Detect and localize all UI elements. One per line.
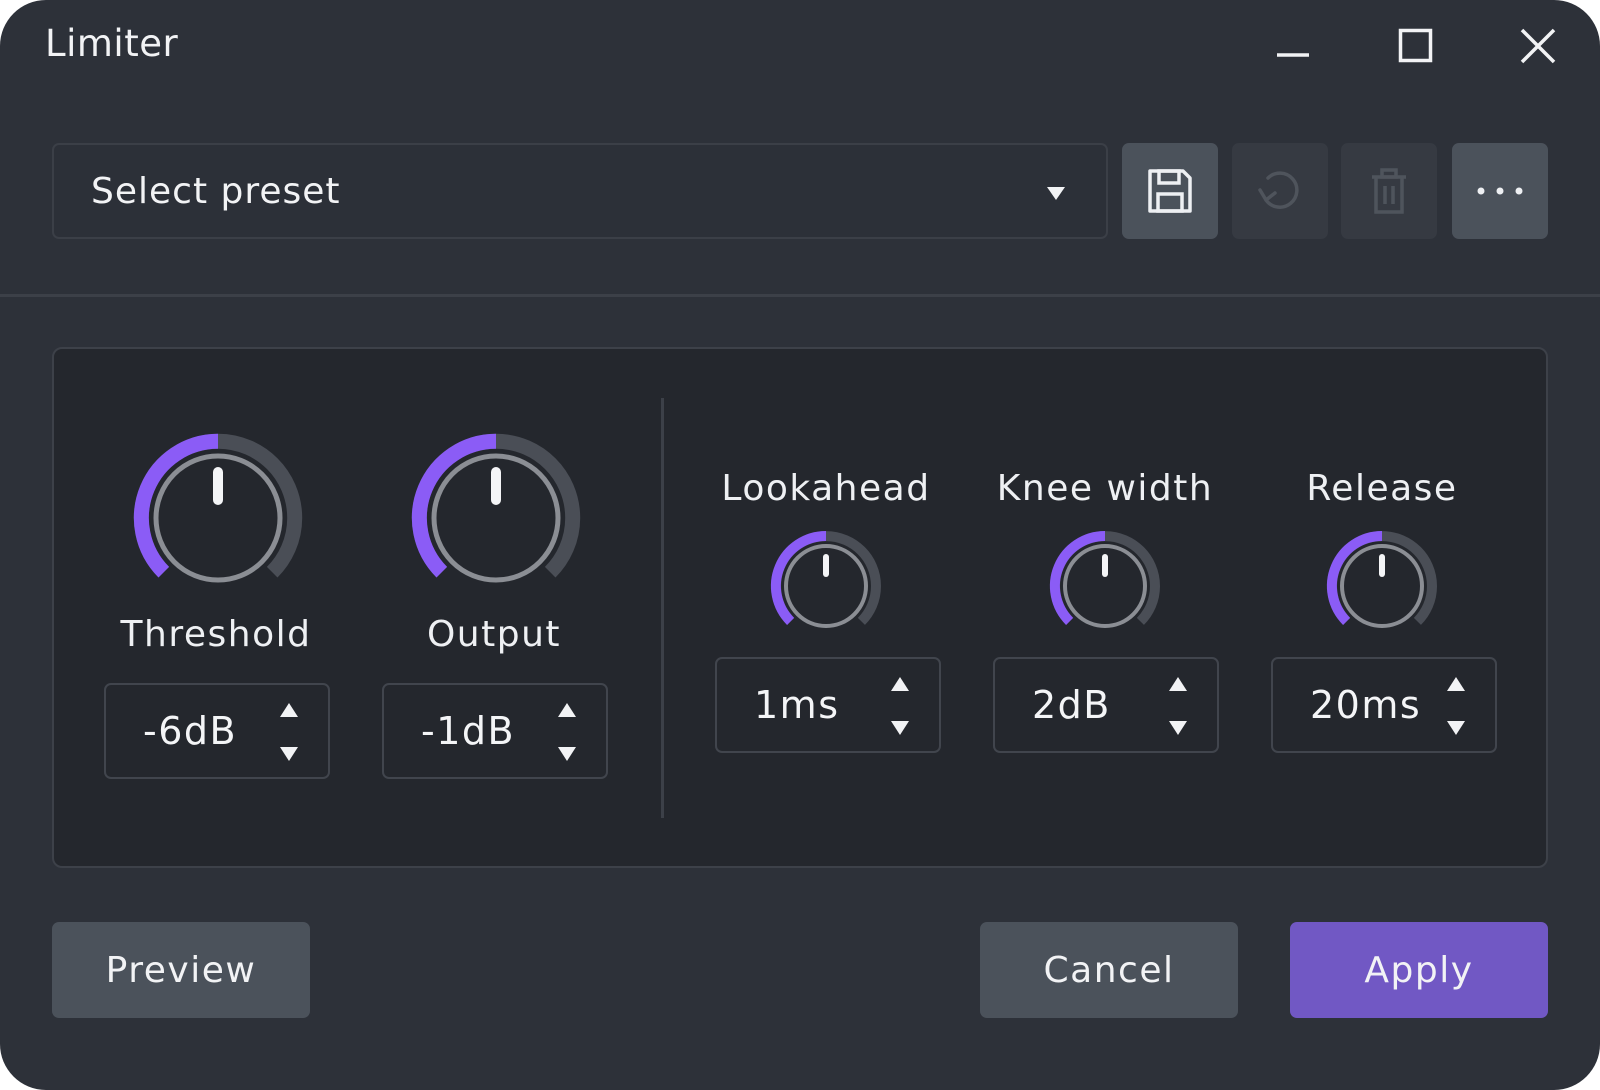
release-knob[interactable] [1322, 526, 1442, 646]
delete-preset-button[interactable] [1341, 143, 1437, 239]
threshold-knob[interactable] [128, 428, 308, 608]
save-preset-button[interactable] [1122, 143, 1218, 239]
output-knob[interactable] [406, 428, 586, 608]
minimize-button[interactable] [1263, 18, 1323, 74]
maximize-icon [1398, 28, 1433, 63]
threshold-value: -6dB [143, 709, 238, 753]
minimize-icon [1277, 53, 1309, 57]
chevron-down-icon [1047, 187, 1065, 200]
output-decrement[interactable] [552, 741, 582, 767]
release-label: Release [1306, 468, 1458, 509]
knee-width-increment[interactable] [1163, 671, 1193, 697]
output-increment[interactable] [552, 697, 582, 723]
preview-button[interactable]: Preview [52, 922, 310, 1018]
header-divider [0, 294, 1600, 297]
undo-preset-button[interactable] [1232, 143, 1328, 239]
more-options-button[interactable] [1452, 143, 1548, 239]
window-title: Limiter [45, 22, 179, 65]
lookahead-spinbox[interactable]: 1ms [715, 657, 941, 753]
lookahead-increment[interactable] [885, 671, 915, 697]
lookahead-decrement[interactable] [885, 715, 915, 741]
arrow-down-icon [1169, 721, 1187, 735]
arrow-up-icon [1169, 677, 1187, 691]
arrow-up-icon [558, 703, 576, 717]
close-button[interactable] [1508, 18, 1568, 74]
release-increment[interactable] [1441, 671, 1471, 697]
arrow-up-icon [891, 677, 909, 691]
panel-divider [661, 398, 664, 818]
save-icon [1148, 169, 1192, 213]
cancel-button[interactable]: Cancel [980, 922, 1238, 1018]
knee-width-value: 2dB [1032, 683, 1111, 727]
arrow-down-icon [558, 747, 576, 761]
trash-icon [1372, 168, 1406, 214]
undo-icon [1258, 171, 1299, 209]
preset-dropdown[interactable]: Select preset [52, 143, 1108, 239]
more-icon [1477, 187, 1523, 195]
maximize-button[interactable] [1386, 18, 1446, 74]
knee-width-label: Knee width [996, 468, 1214, 509]
lookahead-value: 1ms [754, 683, 840, 727]
release-decrement[interactable] [1441, 715, 1471, 741]
lookahead-label: Lookahead [721, 468, 931, 509]
close-icon [1520, 28, 1556, 64]
release-value: 20ms [1310, 683, 1422, 727]
threshold-spinbox[interactable]: -6dB [104, 683, 330, 779]
arrow-up-icon [280, 703, 298, 717]
knee-width-knob[interactable] [1045, 526, 1165, 646]
arrow-up-icon [1447, 677, 1465, 691]
knee-width-decrement[interactable] [1163, 715, 1193, 741]
threshold-decrement[interactable] [274, 741, 304, 767]
arrow-down-icon [1447, 721, 1465, 735]
preset-placeholder: Select preset [91, 171, 341, 212]
apply-button[interactable]: Apply [1290, 922, 1548, 1018]
lookahead-knob[interactable] [766, 526, 886, 646]
release-spinbox[interactable]: 20ms [1271, 657, 1497, 753]
output-spinbox[interactable]: -1dB [382, 683, 608, 779]
knee-width-spinbox[interactable]: 2dB [993, 657, 1219, 753]
output-label: Output [426, 614, 562, 655]
arrow-down-icon [280, 747, 298, 761]
arrow-down-icon [891, 721, 909, 735]
limiter-dialog: Limiter Select preset Threshold -6dB Out… [0, 0, 1600, 1090]
threshold-increment[interactable] [274, 697, 304, 723]
output-value: -1dB [421, 709, 516, 753]
threshold-label: Threshold [120, 614, 312, 655]
